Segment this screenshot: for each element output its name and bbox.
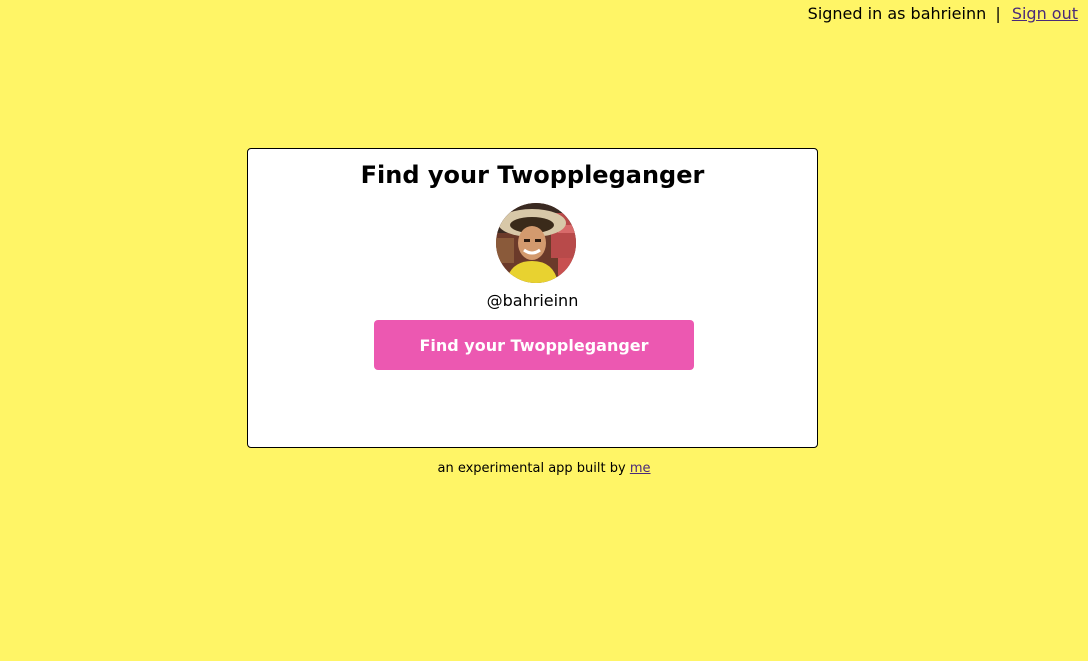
main-card: Find your Twoppleganger @bahrieinn Find …	[247, 148, 818, 448]
footer-text: an experimental app built by	[437, 461, 626, 476]
username: @bahrieinn	[486, 291, 579, 310]
signed-in-text: Signed in as bahrieinn	[807, 4, 987, 23]
sign-out-link[interactable]: Sign out	[1012, 4, 1078, 23]
page-title: Find your Twoppleganger	[360, 161, 705, 189]
avatar	[496, 203, 576, 283]
footer: an experimental app built by me	[0, 460, 1088, 478]
user-avatar-icon	[496, 203, 576, 283]
author-link[interactable]: me	[630, 461, 651, 476]
separator: |	[995, 4, 1001, 23]
account-bar: Signed in as bahrieinn | Sign out	[808, 4, 1078, 24]
find-twoppleganger-button[interactable]: Find your Twoppleganger	[374, 320, 694, 370]
